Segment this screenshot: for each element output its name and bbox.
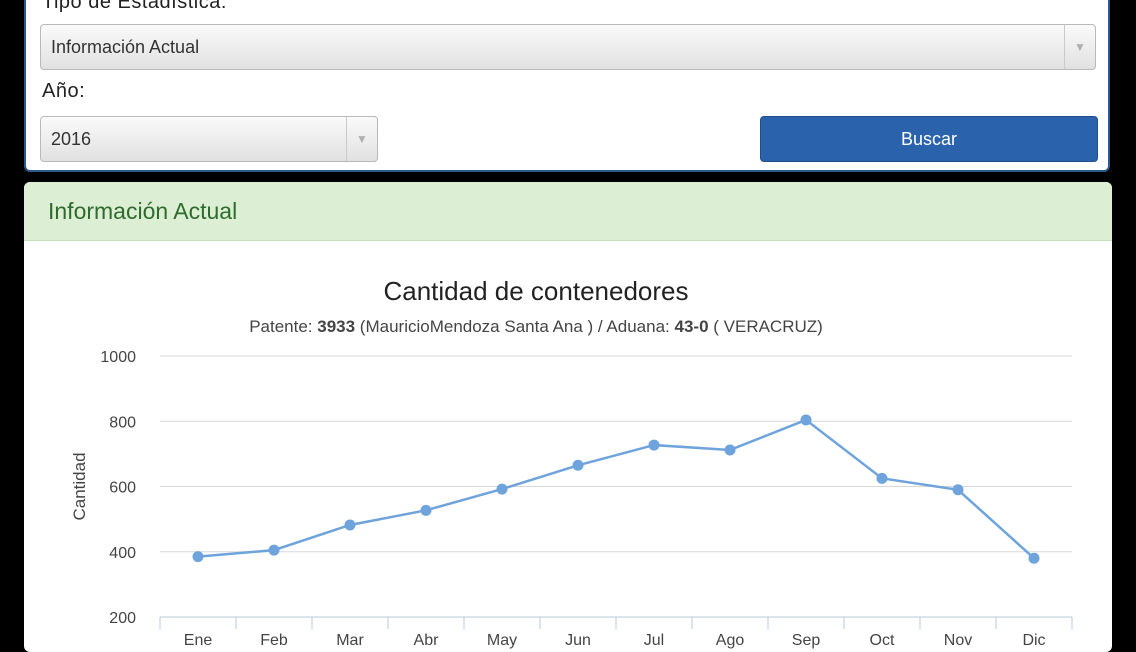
x-tick-label: May: [487, 632, 517, 649]
data-point: [648, 439, 660, 451]
data-point: [876, 472, 888, 484]
search-form-panel: Tipo de Estadística: Información Actual …: [24, 0, 1110, 172]
data-point: [496, 483, 508, 495]
x-tick-label: Mar: [336, 632, 364, 649]
series-line: [197, 418, 1035, 560]
tipo-estadistica-select[interactable]: Información Actual ▼: [40, 24, 1096, 70]
y-tick-label: 1000: [100, 349, 136, 366]
data-point: [572, 459, 584, 471]
x-tick-label: Abr: [414, 632, 440, 649]
data-point: [724, 444, 736, 456]
anio-value: 2016: [51, 128, 92, 149]
chart-subtitle-part: 43-0: [675, 317, 709, 336]
buscar-button[interactable]: Buscar: [760, 116, 1098, 162]
data-point: [800, 414, 812, 426]
anio-select[interactable]: 2016 ▼: [40, 116, 378, 162]
x-tick-label: Feb: [260, 632, 288, 649]
x-tick-label: Jun: [565, 632, 591, 649]
anio-label: Año:: [42, 80, 86, 102]
chart-subtitle-part: Patente:: [249, 317, 317, 336]
x-tick-label: Jul: [644, 632, 664, 649]
tipo-estadistica-value: Información Actual: [51, 36, 200, 57]
chart-title: Cantidad de contenedores: [383, 276, 688, 306]
data-point: [1028, 552, 1040, 564]
y-tick-label: 600: [109, 480, 136, 497]
y-tick-label: 400: [109, 545, 136, 562]
informacion-actual-card: Información Actual Cantidad de contenedo…: [24, 182, 1112, 652]
y-tick-label: 800: [109, 414, 136, 431]
x-tick-label: Ago: [716, 632, 745, 649]
chart-subtitle-part: 3933: [317, 317, 355, 336]
data-point: [420, 504, 432, 516]
line-chart: Cantidad de contenedores Patente: 3933 (M…: [70, 276, 1073, 649]
data-point: [952, 484, 964, 496]
chevron-down-icon: ▼: [1064, 25, 1095, 69]
chart-subtitle-part: ( VERACRUZ): [709, 317, 823, 336]
chart-subtitle-part: (MauricioMendoza Santa Ana ) / Aduana:: [355, 317, 674, 336]
y-tick-label: 200: [109, 610, 136, 627]
chevron-down-icon: ▼: [346, 117, 377, 161]
x-tick-label: Oct: [870, 632, 895, 649]
x-tick-label: Ene: [184, 632, 213, 649]
data-point: [268, 544, 280, 556]
data-point: [344, 519, 356, 531]
x-tick-label: Dic: [1022, 632, 1045, 649]
tipo-estadistica-label: Tipo de Estadística:: [42, 0, 227, 13]
y-axis-label: Cantidad: [70, 452, 89, 520]
x-tick-label: Nov: [944, 632, 972, 649]
data-point: [192, 551, 204, 563]
chart-subtitle: Patente: 3933 (MauricioMendoza Santa Ana…: [249, 317, 823, 336]
x-tick-label: Sep: [792, 632, 821, 649]
